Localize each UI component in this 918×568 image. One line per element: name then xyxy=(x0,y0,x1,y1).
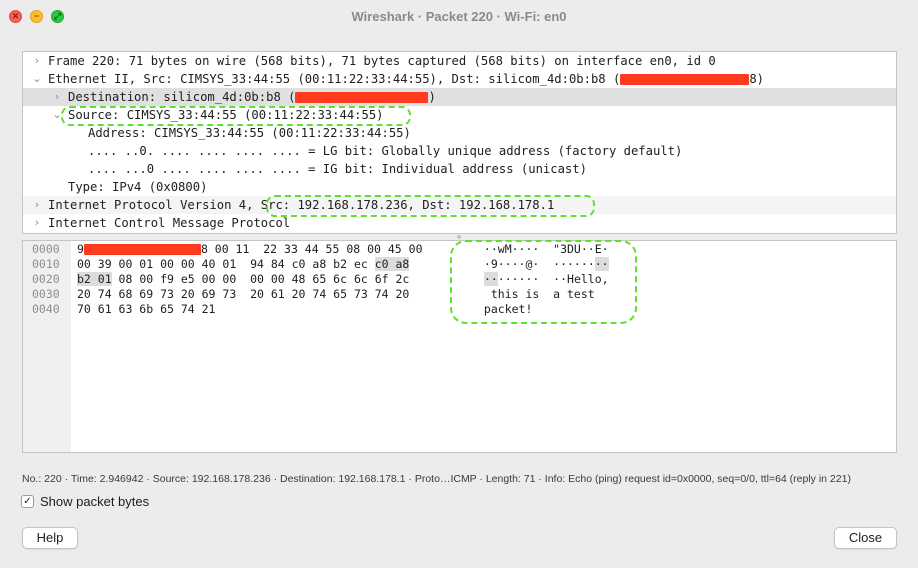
hex-line[interactable]: 70 61 63 6b 65 74 21 xyxy=(77,302,215,317)
chevron-right-icon[interactable]: › xyxy=(51,88,63,106)
hex-bytes: 08 00 f9 e5 00 00 00 00 48 65 6c 6c 6f 2… xyxy=(111,272,410,286)
hex-bytes-highlighted: b2 01 xyxy=(77,272,112,286)
hex-bytes: 8 00 11 22 33 44 55 08 00 45 00 xyxy=(200,242,423,256)
tree-row-suffix: ) xyxy=(428,90,436,104)
packet-dialog-window: ✕ − ⤢ Wireshark · Packet 220 · Wi-Fi: en… xyxy=(0,0,918,568)
tree-row-label: Type: IPv4 (0x0800) xyxy=(68,180,208,194)
tree-row-suffix: 8) xyxy=(749,72,765,86)
chevron-right-icon[interactable]: › xyxy=(31,196,43,214)
hex-line[interactable]: 00 39 00 01 00 00 40 01 94 84 c0 a8 b2 e… xyxy=(77,257,410,272)
show-packet-bytes-label: Show packet bytes xyxy=(40,494,150,509)
hex-line[interactable]: 20 74 68 69 73 20 69 73 20 61 20 74 65 7… xyxy=(77,287,409,302)
ascii-text: packet! xyxy=(477,302,533,316)
chevron-down-icon[interactable]: ⌄ xyxy=(31,70,43,88)
chevron-right-icon[interactable]: › xyxy=(31,52,43,70)
ascii-line[interactable]: this is a test xyxy=(477,287,595,302)
ascii-text: ··wM···· "3DU··E· xyxy=(477,242,609,256)
tree-row-label: Internet Protocol Version 4, Src: 192.16… xyxy=(48,198,555,212)
hex-line[interactable]: 9 8 00 11 22 33 44 55 08 00 45 00 xyxy=(77,242,423,257)
window-title: Wireshark · Packet 220 · Wi-Fi: en0 xyxy=(351,9,567,24)
byte-offset: 0040 xyxy=(32,302,60,316)
ascii-text-highlighted: ·· xyxy=(594,257,609,271)
byte-offset: 0020 xyxy=(32,272,60,286)
tree-row-frame[interactable]: › Frame 220: 71 bytes on wire (568 bits)… xyxy=(23,52,896,70)
byte-offset: 0010 xyxy=(32,257,60,271)
ascii-text: ······ ··Hello, xyxy=(497,272,609,286)
tree-row-source[interactable]: ⌄ Source: CIMSYS_33:44:55 (00:11:22:33:4… xyxy=(23,106,896,124)
tree-row-label: Source: CIMSYS_33:44:55 (00:11:22:33:44:… xyxy=(68,108,384,122)
ascii-text-highlighted: ·· xyxy=(483,272,498,286)
chevron-right-icon[interactable]: › xyxy=(31,214,43,232)
tree-row-label: .... ...0 .... .... .... .... = IG bit: … xyxy=(88,162,587,176)
byte-offset: 0000 xyxy=(32,242,60,256)
minimize-window-icon[interactable]: − xyxy=(30,10,43,23)
ascii-line[interactable]: ·9····@· ········ xyxy=(477,257,609,272)
close-window-icon[interactable]: ✕ xyxy=(9,10,22,23)
tree-row-label: Ethernet II, Src: CIMSYS_33:44:55 (00:11… xyxy=(48,70,764,88)
hex-line[interactable]: b2 01 08 00 f9 e5 00 00 00 00 48 65 6c 6… xyxy=(77,272,409,287)
ascii-text: this is a test xyxy=(477,287,595,301)
ascii-line[interactable]: ········ ··Hello, xyxy=(477,272,609,287)
chevron-down-icon[interactable]: ⌄ xyxy=(51,106,63,124)
tree-row-type[interactable]: Type: IPv4 (0x0800) xyxy=(23,178,896,196)
show-packet-bytes-option[interactable]: ✓ Show packet bytes xyxy=(21,494,149,509)
packet-bytes-pane[interactable]: 0000 0010 0020 0030 0040 9 8 00 11 22 33 … xyxy=(22,240,897,453)
packet-status-text: No.: 220 · Time: 2.946942 · Source: 192.… xyxy=(22,473,851,485)
redaction-mark xyxy=(83,244,201,255)
tree-row-text: Ethernet II, Src: CIMSYS_33:44:55 (00:11… xyxy=(48,72,621,86)
tree-row-lg-bit[interactable]: .... ..0. .... .... .... .... = LG bit: … xyxy=(23,142,896,160)
tree-row-label: Internet Control Message Protocol xyxy=(48,216,291,230)
ascii-line[interactable]: ··wM···· "3DU··E· xyxy=(477,242,609,257)
tree-row-ethernet[interactable]: ⌄ Ethernet II, Src: CIMSYS_33:44:55 (00:… xyxy=(23,70,896,88)
zoom-window-icon[interactable]: ⤢ xyxy=(51,10,64,23)
tree-row-label: Frame 220: 71 bytes on wire (568 bits), … xyxy=(48,54,716,68)
show-packet-bytes-checkbox[interactable]: ✓ xyxy=(21,495,34,508)
tree-row-label: .... ..0. .... .... .... .... = LG bit: … xyxy=(88,144,683,158)
ascii-line[interactable]: packet! xyxy=(477,302,532,317)
window-controls: ✕ − ⤢ xyxy=(9,10,64,23)
tree-row-address[interactable]: Address: CIMSYS_33:44:55 (00:11:22:33:44… xyxy=(23,124,896,142)
hex-bytes: 20 74 68 69 73 20 69 73 20 61 20 74 65 7… xyxy=(77,287,410,301)
tree-row-text: Destination: silicom_4d:0b:b8 ( xyxy=(68,90,296,104)
hex-bytes: 00 39 00 01 00 00 40 01 94 84 c0 a8 b2 e… xyxy=(77,257,375,271)
tree-row-icmp[interactable]: › Internet Control Message Protocol xyxy=(23,214,896,232)
hex-bytes: 70 61 63 6b 65 74 21 xyxy=(77,302,216,316)
splitter-handle[interactable] xyxy=(457,235,461,239)
title-bar: ✕ − ⤢ Wireshark · Packet 220 · Wi-Fi: en… xyxy=(0,0,918,34)
packet-details-tree[interactable]: › Frame 220: 71 bytes on wire (568 bits)… xyxy=(22,51,897,234)
tree-row-ig-bit[interactable]: .... ...0 .... .... .... .... = IG bit: … xyxy=(23,160,896,178)
tree-row-label: Address: CIMSYS_33:44:55 (00:11:22:33:44… xyxy=(88,126,411,140)
ascii-text: ·9····@· ······ xyxy=(477,257,595,271)
redaction-mark xyxy=(620,74,750,85)
hex-bytes: 9 xyxy=(77,242,84,256)
tree-row-label: Destination: silicom_4d:0b:b8 () xyxy=(68,88,436,106)
help-button[interactable]: Help xyxy=(22,527,78,549)
tree-row-destination[interactable]: › Destination: silicom_4d:0b:b8 () xyxy=(23,88,896,106)
redaction-mark xyxy=(295,92,429,103)
hex-bytes-highlighted: c0 a8 xyxy=(374,257,410,271)
ascii-text xyxy=(477,272,484,286)
close-button[interactable]: Close xyxy=(834,527,897,549)
byte-offset: 0030 xyxy=(32,287,60,301)
tree-row-ipv4[interactable]: › Internet Protocol Version 4, Src: 192.… xyxy=(23,196,896,214)
